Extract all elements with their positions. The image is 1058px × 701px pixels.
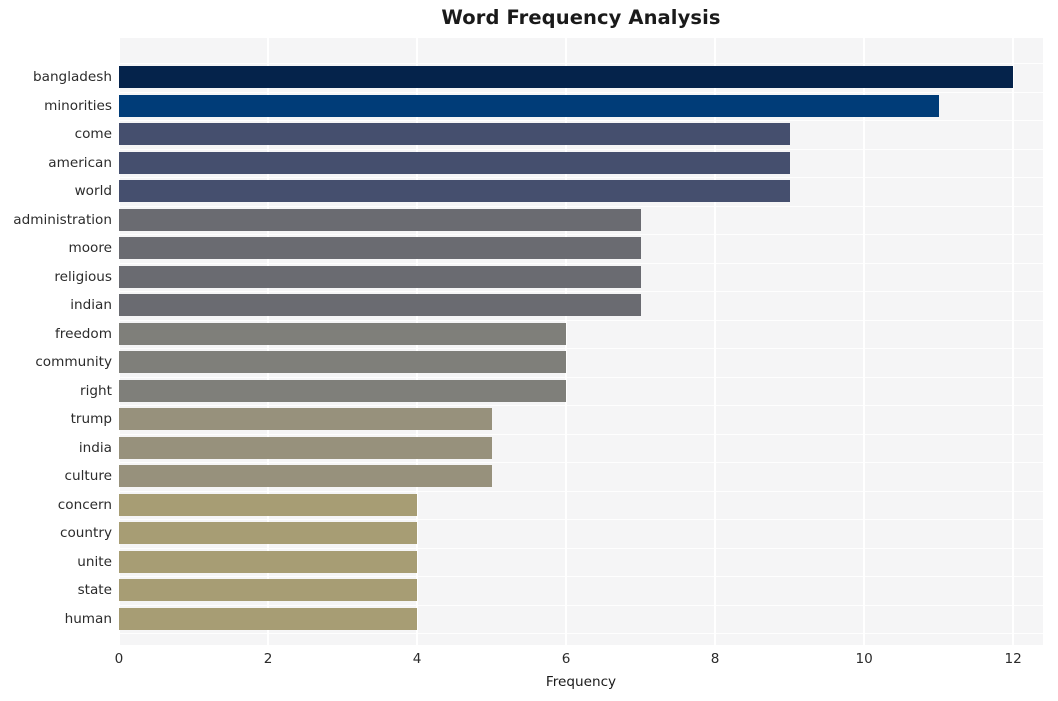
- bar[interactable]: [119, 265, 641, 288]
- y-axis-tick-label: minorities: [44, 97, 112, 114]
- y-axis-tick-label: world: [74, 183, 112, 199]
- grid-line-horizontal: [119, 547, 1043, 549]
- bar[interactable]: [119, 123, 790, 145]
- bar[interactable]: [119, 180, 790, 202]
- y-axis-tick-label: human: [64, 610, 112, 627]
- grid-line-horizontal: [119, 63, 1043, 65]
- grid-line-horizontal: [119, 148, 1043, 150]
- grid-line-horizontal: [119, 462, 1043, 464]
- y-axis-tick-label: trump: [70, 411, 112, 427]
- y-axis-tick-label: bangladesh: [32, 69, 112, 85]
- grid-line-horizontal: [119, 91, 1043, 93]
- y-axis-tick-label: indian: [70, 297, 112, 313]
- bar[interactable]: [119, 579, 418, 601]
- x-axis-tick-label: 8: [710, 651, 720, 667]
- bar[interactable]: [119, 151, 790, 174]
- x-axis-tick-label: 12: [1004, 651, 1022, 667]
- bar[interactable]: [119, 208, 641, 231]
- grid-line-horizontal: [119, 205, 1043, 207]
- y-axis-tick-label: country: [60, 525, 112, 541]
- grid-line-horizontal: [119, 262, 1043, 264]
- y-axis-tick-label: unite: [77, 553, 112, 570]
- x-axis-tick-label: 2: [263, 651, 273, 667]
- x-axis-tick-label: 0: [114, 651, 124, 667]
- grid-line-vertical: [863, 38, 865, 645]
- x-axis-label: Frequency: [545, 674, 617, 690]
- bar[interactable]: [119, 294, 641, 316]
- bar[interactable]: [119, 408, 492, 430]
- bar[interactable]: [119, 379, 567, 402]
- x-axis-tick-label: 10: [855, 651, 873, 667]
- bar[interactable]: [119, 94, 939, 117]
- y-axis-tick-label: administration: [13, 211, 112, 228]
- bar[interactable]: [119, 436, 492, 459]
- bar[interactable]: [119, 465, 492, 487]
- grid-line-horizontal: [119, 519, 1043, 521]
- y-axis-tick-label: right: [80, 382, 112, 399]
- y-axis-tick-label: moore: [68, 240, 112, 256]
- x-axis-tick-label: 4: [412, 651, 422, 667]
- bar[interactable]: [119, 351, 567, 373]
- y-axis-tick-label: india: [78, 439, 112, 456]
- grid-line-horizontal: [119, 604, 1043, 606]
- grid-line-vertical: [1012, 38, 1014, 645]
- plot-area: [119, 38, 1043, 645]
- y-axis-tick-label: american: [48, 154, 112, 171]
- y-axis-tick-label: culture: [64, 468, 112, 484]
- x-axis-tick-label: 6: [561, 651, 571, 667]
- y-axis-tick-label: religious: [54, 268, 112, 285]
- grid-line-horizontal: [119, 234, 1043, 236]
- bar[interactable]: [119, 522, 418, 544]
- bar[interactable]: [119, 66, 1014, 88]
- chart-title: Word Frequency Analysis: [441, 6, 721, 29]
- grid-line-horizontal: [119, 348, 1043, 350]
- grid-line-horizontal: [119, 433, 1043, 435]
- y-axis-tick-label: state: [77, 582, 112, 598]
- y-axis-tick-label: concern: [57, 496, 112, 513]
- grid-line-horizontal: [119, 319, 1043, 321]
- y-axis: bangladesh minorities come american world adm…: [0, 38, 112, 645]
- bar[interactable]: [119, 237, 641, 259]
- bar[interactable]: [119, 550, 418, 573]
- bar[interactable]: [119, 322, 567, 345]
- grid-line-horizontal: [119, 405, 1043, 407]
- y-axis-tick-label: community: [35, 354, 112, 370]
- y-axis-tick-label: freedom: [55, 325, 112, 342]
- grid-line-horizontal: [119, 376, 1043, 378]
- chart-figure: Word Frequency Analysis bangladesh minori…: [0, 0, 1058, 701]
- x-axis: 0 2 4 6 8 10 12: [115, 645, 1043, 671]
- grid-line-horizontal: [119, 177, 1043, 179]
- y-axis-tick-label: come: [74, 126, 112, 142]
- grid-line-horizontal: [119, 576, 1043, 578]
- grid-line-horizontal: [119, 120, 1043, 122]
- grid-line-horizontal: [119, 490, 1043, 492]
- bar[interactable]: [119, 607, 418, 630]
- grid-line-horizontal: [119, 291, 1043, 293]
- bar[interactable]: [119, 493, 418, 516]
- grid-line-horizontal: [119, 633, 1043, 635]
